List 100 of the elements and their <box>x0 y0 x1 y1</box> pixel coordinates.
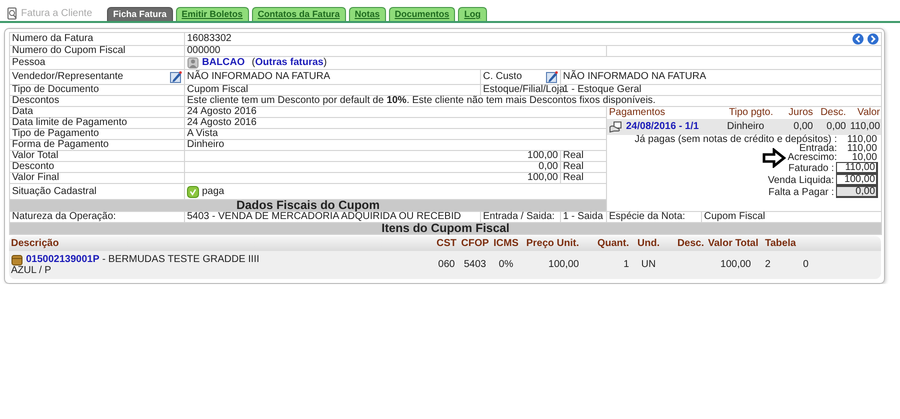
column-header: Quant. <box>597 238 629 248</box>
field-value: 1 - Saida <box>563 211 604 222</box>
field-value: 16083302 <box>187 34 232 44</box>
field-value: NÃO INFORMADO NA FATURA <box>563 71 706 82</box>
table-cell: 060 <box>438 259 455 270</box>
table-cell: 5403 <box>464 259 486 270</box>
table-cell: 0% <box>498 259 514 270</box>
field-label: Tipo de Documento <box>12 84 99 95</box>
column-header: Pagamentos <box>609 107 666 118</box>
edit-icon[interactable] <box>170 71 182 83</box>
tab[interactable]: Log <box>458 7 487 21</box>
column-header: Preço Unit. <box>526 238 579 248</box>
field-label: Vendedor/Representante <box>12 72 124 82</box>
summary-value: 10,00 <box>852 153 878 162</box>
table-cell: 100,00 <box>548 259 579 270</box>
box-icon <box>11 254 23 266</box>
amount-field: 100,00 <box>836 174 878 186</box>
column-header: Descrição <box>11 238 59 248</box>
column-header: Tabela <box>765 238 796 248</box>
table-cell: Dinheiro <box>727 121 764 132</box>
summary-value: 110,00 <box>846 135 878 144</box>
back-icon[interactable] <box>852 33 864 45</box>
field-label: Situação Cadastral <box>12 186 96 196</box>
column-header: Desc. <box>677 238 704 248</box>
column-header: Tipo pgto. <box>729 107 774 118</box>
field-label: Tipo de Pagamento <box>12 128 99 139</box>
field-value: Cupom Fiscal <box>187 84 248 95</box>
column-header: CST <box>436 238 456 248</box>
column-header: Desc. <box>820 107 846 118</box>
field-label: Desconto <box>12 161 54 172</box>
forward-icon[interactable] <box>867 33 880 45</box>
field-label: Valor Total <box>12 150 58 161</box>
amount-value: 100,00 <box>527 150 558 161</box>
table-cell: 0,00 <box>794 121 813 132</box>
discount-note: Este cliente tem um Desconto por default de 10%. Este cliente não tem mais Descontos fixos disponíveis. <box>187 95 656 106</box>
field-label: Estoque/Filial/Loja <box>483 84 565 95</box>
field-label: Entrada / Saida: <box>483 211 555 222</box>
edit-icon[interactable] <box>546 71 558 83</box>
tab[interactable]: Documentos <box>388 7 456 21</box>
field-label: C. Custo <box>483 72 522 82</box>
other-invoices-link[interactable]: (Outras faturas) <box>252 58 327 68</box>
summary-label: Venda Liquida: <box>768 176 834 184</box>
field-label: Data limite de Pagamento <box>12 117 128 128</box>
field-value: NÃO INFORMADO NA FATURA <box>187 71 330 82</box>
column-header: Valor <box>857 107 880 118</box>
field-value: Dinheiro <box>187 139 224 150</box>
table-cell: 110,00 <box>850 121 880 132</box>
tab[interactable]: Emitir Boletos <box>176 7 249 21</box>
amount-value: 100,00 <box>527 172 558 183</box>
field-label: Valor Final <box>12 172 60 183</box>
table-cell: 1 <box>623 259 629 270</box>
currency-unit: Real <box>563 172 584 183</box>
field-value: Cupom Fiscal <box>704 211 766 222</box>
payment-link[interactable]: 24/08/2016 - 1/1 <box>626 122 699 132</box>
column-header: CFOP <box>461 238 489 248</box>
hand-icon <box>609 121 623 133</box>
field-label: Pessoa <box>12 57 46 68</box>
currency-unit: Real <box>563 161 584 172</box>
document-icon <box>6 7 18 20</box>
amount-field: 0,00 <box>836 186 878 198</box>
field-label: Forma de Pagamento <box>12 139 109 150</box>
page-title: Fatura a Cliente <box>21 8 92 19</box>
payment-row[interactable]: 24/08/2016 - 1/1 Dinheiro 0,00 0,00 110,00 <box>607 119 882 135</box>
summary-label: Falta a Pagar : <box>768 188 834 196</box>
person-link[interactable]: BALCAO <box>202 58 245 68</box>
column-header: Und. <box>637 238 660 248</box>
summary-label: Acrescimo: <box>788 153 838 162</box>
amount-value: 0,00 <box>538 161 558 172</box>
tab[interactable]: Ficha Fatura <box>107 7 173 21</box>
column-header: Valor Total <box>708 238 758 248</box>
field-value: 24 Agosto 2016 <box>187 106 257 117</box>
field-value: 1 - Estoque Geral <box>563 84 642 95</box>
field-label: Numero do Cupom Fiscal <box>12 45 126 56</box>
field-value: A Vista <box>187 128 218 139</box>
field-label: Natureza da Operação: <box>12 211 116 222</box>
table-cell: 0,00 <box>826 121 846 132</box>
table-cell: UN <box>641 259 656 270</box>
column-header: Juros <box>788 107 813 118</box>
section-title: Dados Fiscais do Cupom <box>236 198 380 212</box>
table-cell: 2 <box>765 259 771 270</box>
field-value: 5403 - VENDA DE MERCADORIA ADQUIRIDA OU RECEBID <box>187 211 461 222</box>
table-cell: 0 <box>803 259 809 270</box>
tab[interactable]: Contatos da Fatura <box>252 7 346 21</box>
summary-label: Entrada: <box>799 144 838 153</box>
field-label: Espécie da Nota: <box>609 211 686 222</box>
section-title: Itens do Cupom Fiscal <box>382 221 510 235</box>
summary-label: Faturado : <box>788 164 834 172</box>
column-header: ICMS <box>494 238 518 248</box>
tab[interactable]: Notas <box>348 7 386 21</box>
product-code-link[interactable]: 015002139001P <box>26 254 100 265</box>
field-label: Data <box>12 106 34 117</box>
field-value: 24 Agosto 2016 <box>187 117 257 128</box>
field-value: 000000 <box>187 45 220 56</box>
item-description: 015002139001P - BERMUDAS TESTE GRADDE IIII <box>26 255 260 265</box>
item-variant: AZUL / P <box>11 266 52 276</box>
check-icon <box>187 186 199 198</box>
table-cell: 100,00 <box>720 259 751 270</box>
amount-field: 110,00 <box>836 162 878 174</box>
field-label: Descontos <box>12 95 60 106</box>
status-value: paga <box>202 186 224 196</box>
